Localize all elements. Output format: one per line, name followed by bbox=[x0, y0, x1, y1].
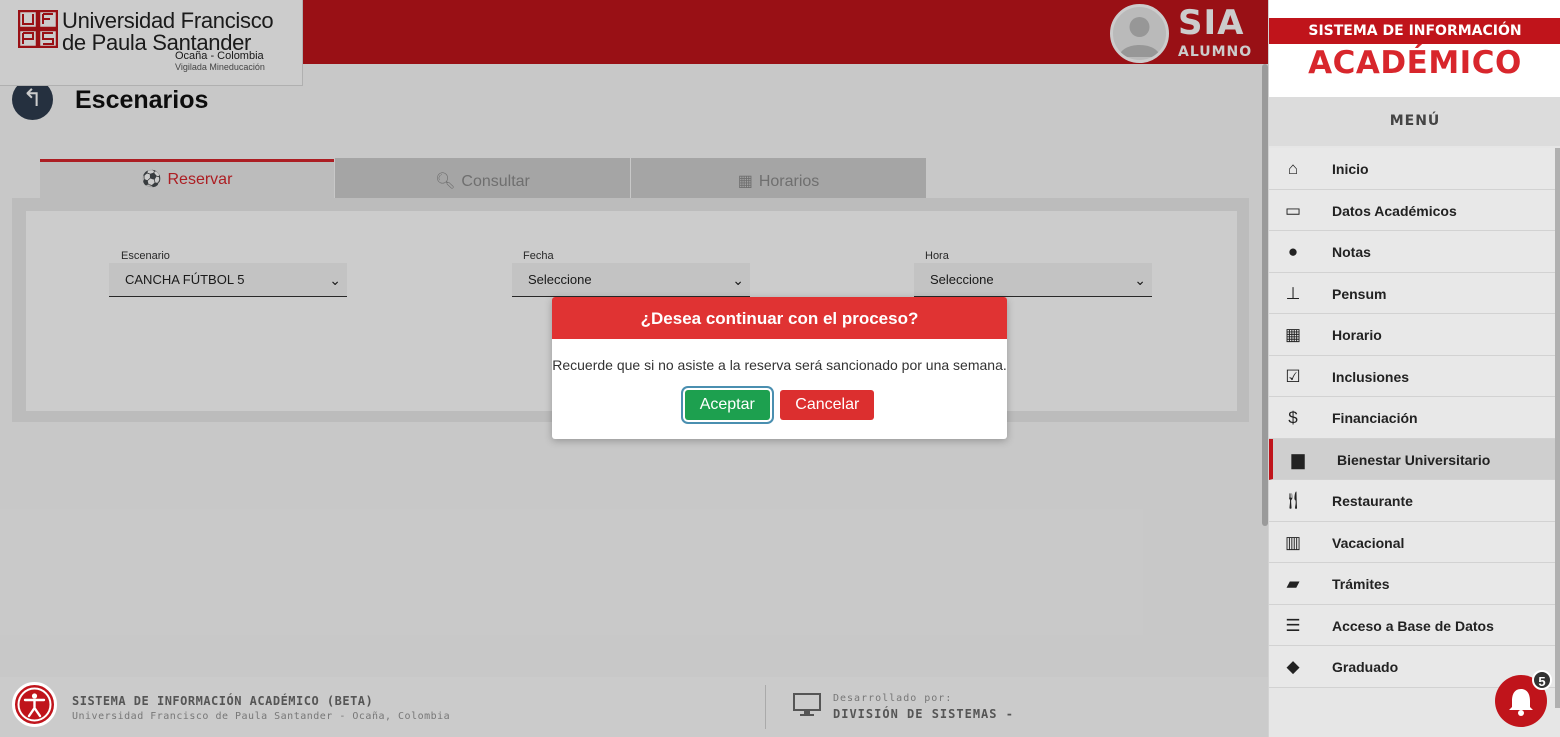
sidebar-item-bienestar-universitario[interactable]: ▆ Bienestar Universitario bbox=[1269, 438, 1560, 480]
home-icon: ⌂ bbox=[1287, 159, 1299, 178]
dialog-actions: Aceptar Cancelar bbox=[552, 390, 1007, 420]
id-card-icon: ▭ bbox=[1284, 200, 1302, 220]
sidebar-item-vacacional[interactable]: ▥ Vacacional bbox=[1269, 521, 1560, 563]
books-icon: ▥ bbox=[1284, 532, 1302, 552]
utensils-icon: 🍴︎ bbox=[1282, 491, 1304, 510]
sidebar-item-restaurante[interactable]: 🍴︎ Restaurante bbox=[1269, 480, 1560, 522]
sidebar-item-horario[interactable]: ▦ Horario bbox=[1269, 314, 1560, 356]
sidebar-item-label: Pensum bbox=[1332, 285, 1387, 302]
sidebar-item-label: Graduado bbox=[1332, 659, 1399, 675]
footer-title: SISTEMA DE INFORMACIÓN ACADÉMICO (BETA) bbox=[72, 694, 374, 708]
calendar-icon: ▦ bbox=[1284, 325, 1302, 344]
system-subtitle: ACADÉMICO bbox=[1308, 45, 1522, 81]
sidebar-item-tramites[interactable]: ▰ Trámites bbox=[1269, 563, 1560, 605]
sidebar-header: SISTEMA DE INFORMACIÓN ACADÉMICO bbox=[1269, 0, 1560, 97]
menu-list: ⌂ Inicio ▭ Datos Académicos ● Notas ⊥ Pe… bbox=[1269, 148, 1560, 688]
sidebar-item-datos-academicos[interactable]: ▭ Datos Académicos bbox=[1269, 189, 1560, 231]
briefcase-icon: ▆ bbox=[1291, 449, 1305, 469]
accessibility-icon bbox=[17, 687, 52, 722]
sitemap-icon: ⊥ bbox=[1285, 283, 1301, 303]
sidebar-item-label: Datos Académicos bbox=[1332, 202, 1457, 219]
sidebar-item-label: Horario bbox=[1332, 327, 1382, 343]
footer-divider bbox=[765, 685, 766, 729]
developer-name: DIVISIÓN DE SISTEMAS - bbox=[833, 707, 1014, 721]
sidebar-item-label: Bienestar Universitario bbox=[1337, 451, 1491, 468]
sidebar-item-label: Trámites bbox=[1332, 576, 1390, 592]
menu-title: MENÚ bbox=[1269, 97, 1560, 146]
medal-icon: ● bbox=[1287, 242, 1299, 261]
sidebar-item-pensum[interactable]: ⊥ Pensum bbox=[1269, 272, 1560, 314]
accept-button[interactable]: Aceptar bbox=[684, 390, 770, 420]
accessibility-button[interactable] bbox=[12, 682, 57, 727]
sidebar: SISTEMA DE INFORMACIÓN ACADÉMICO MENÚ ⌂ … bbox=[1268, 0, 1560, 737]
sidebar-item-label: Notas bbox=[1332, 244, 1371, 260]
sidebar-item-label: Inclusiones bbox=[1332, 368, 1410, 385]
sidebar-item-inicio[interactable]: ⌂ Inicio bbox=[1269, 148, 1560, 190]
footer: SISTEMA DE INFORMACIÓN ACADÉMICO (BETA) … bbox=[0, 677, 1268, 737]
sidebar-item-financiacion[interactable]: $ Financiación bbox=[1269, 397, 1560, 439]
dollar-icon: $ bbox=[1288, 408, 1298, 427]
sidebar-item-inclusiones[interactable]: ☑ Inclusiones bbox=[1269, 355, 1560, 397]
footer-subtitle: Universidad Francisco de Paula Santander… bbox=[72, 711, 451, 722]
sidebar-item-label: Financiación bbox=[1332, 410, 1418, 426]
dialog-title: ¿Desea continuar con el proceso? bbox=[552, 297, 1007, 339]
monitor-icon bbox=[793, 693, 821, 716]
sidebar-item-label: Acceso a Base de Datos bbox=[1332, 617, 1494, 634]
checkbox-icon: ☑ bbox=[1285, 366, 1301, 386]
dialog-message: Recuerde que si no asiste a la reserva s… bbox=[552, 357, 1007, 373]
cancel-button[interactable]: Cancelar bbox=[780, 390, 875, 420]
main-scrollbar[interactable] bbox=[1262, 64, 1268, 526]
graduation-cap-icon: ◆ bbox=[1286, 657, 1300, 676]
sidebar-item-label: Inicio bbox=[1332, 161, 1369, 177]
sidebar-item-notas[interactable]: ● Notas bbox=[1269, 231, 1560, 273]
sidebar-item-label: Restaurante bbox=[1332, 493, 1413, 509]
confirm-dialog: ¿Desea continuar con el proceso? Recuerd… bbox=[552, 297, 1007, 439]
sidebar-item-acceso-base-datos[interactable]: ☰ Acceso a Base de Datos bbox=[1269, 604, 1560, 646]
notification-count-badge: 5 bbox=[1532, 670, 1552, 690]
sidebar-scrollbar[interactable] bbox=[1555, 148, 1560, 708]
folder-open-icon: ▰ bbox=[1286, 574, 1300, 593]
developer-label: Desarrollado por: bbox=[833, 693, 953, 704]
sidebar-item-label: Vacacional bbox=[1332, 534, 1405, 551]
system-title: SISTEMA DE INFORMACIÓN bbox=[1308, 23, 1522, 39]
database-icon: ☰ bbox=[1285, 615, 1301, 635]
